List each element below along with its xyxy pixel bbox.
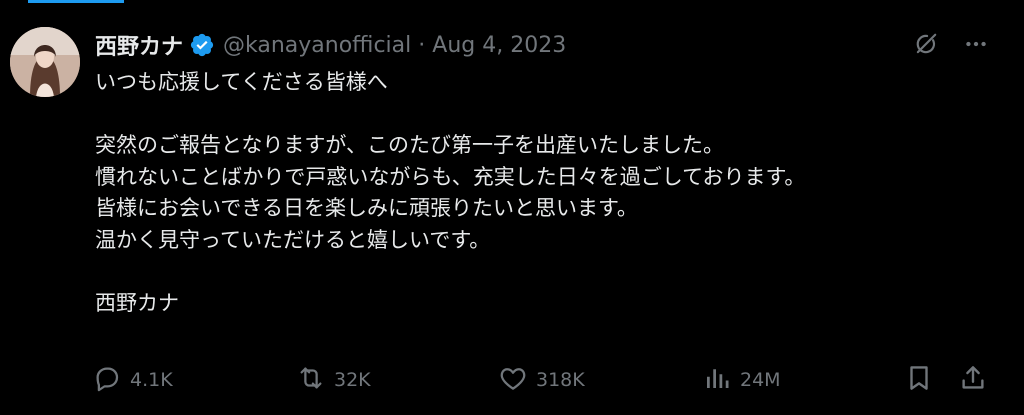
verified-badge-icon[interactable] <box>189 32 215 58</box>
more-icon[interactable] <box>962 30 990 58</box>
views-count: 24M <box>740 369 781 391</box>
grok-icon[interactable] <box>912 30 940 58</box>
tweet-date[interactable]: Aug 4, 2023 <box>432 33 566 58</box>
reply-button[interactable]: 4.1K <box>92 362 173 398</box>
tweet-text-line: 慣れないことばかりで戸惑いながらも、充実した日々を過ごしております。 <box>95 164 806 189</box>
reply-icon <box>92 363 122 397</box>
tweet-text-line <box>95 257 995 289</box>
tweet-text-line: 皆様にお会いできる日を楽しみに頑張りたいと思います。 <box>95 196 638 221</box>
tweet-text-line <box>95 99 995 131</box>
like-count: 318K <box>536 369 585 391</box>
tweet-header: 西野カナ @kanayanofficial · Aug 4, 2023 <box>95 28 566 62</box>
tweet-text-line: 温かく見守っていただけると嬉しいです。 <box>95 227 491 252</box>
separator-dot: · <box>418 32 426 58</box>
like-icon <box>498 363 528 397</box>
avatar-image <box>10 27 80 97</box>
repost-count: 32K <box>334 369 371 391</box>
tweet-text-line: 西野カナ <box>95 291 179 316</box>
author-handle[interactable]: @kanayanofficial <box>223 33 411 58</box>
header-actions <box>912 30 990 58</box>
views-button[interactable]: 24M <box>702 362 781 398</box>
tweet-text-line: 突然のご報告となりますが、このたび第一子を出産いたしました。 <box>95 133 724 158</box>
tweet-action-bar: 4.1K 32K 318K 24M <box>92 362 992 398</box>
repost-icon <box>296 363 326 397</box>
tweet-text-line: いつも応援してくださる皆様へ <box>95 70 388 94</box>
like-button[interactable]: 318K <box>498 362 585 398</box>
avatar[interactable] <box>10 27 80 97</box>
repost-button[interactable]: 32K <box>296 362 371 398</box>
bookmark-icon <box>904 363 934 397</box>
views-icon <box>702 363 732 397</box>
reply-count: 4.1K <box>130 369 173 391</box>
share-button[interactable] <box>958 362 988 398</box>
tweet-text: いつも応援してくださる皆様へ 突然のご報告となりますが、このたび第一子を出産いた… <box>95 67 995 320</box>
tweet[interactable]: 西野カナ @kanayanofficial · Aug 4, 2023 いつも応… <box>0 0 1024 415</box>
bookmark-button[interactable] <box>904 362 934 398</box>
share-icon <box>958 363 988 397</box>
display-name[interactable]: 西野カナ <box>95 29 183 61</box>
